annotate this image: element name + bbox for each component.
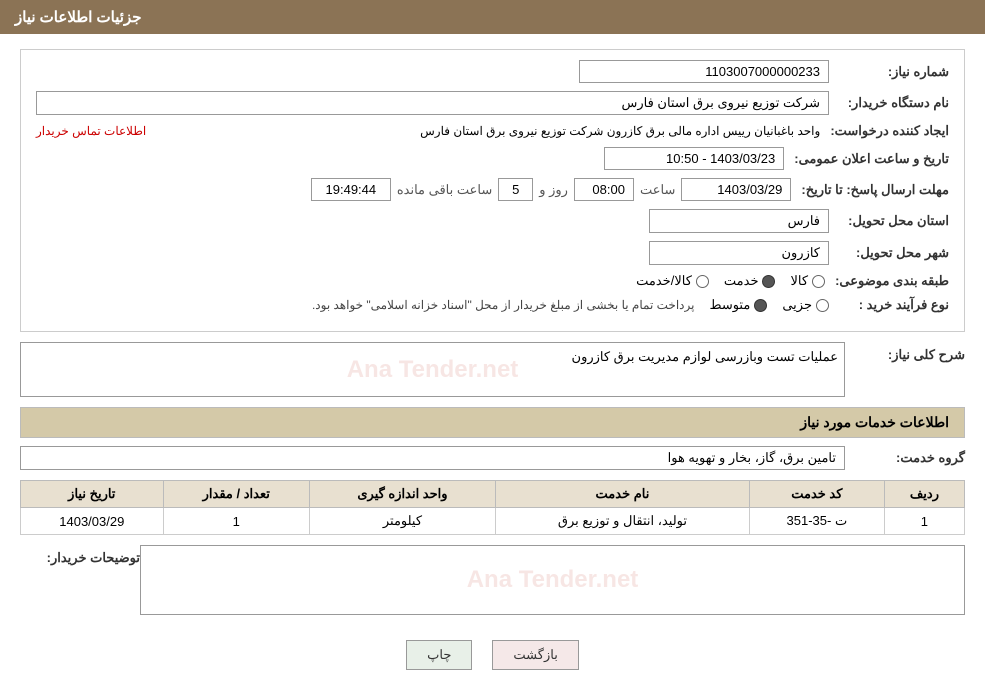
need-number-row: شماره نیاز: 1103007000000233 <box>36 60 949 83</box>
deadline-remaining-time: 19:49:44 <box>311 178 391 201</box>
buyer-notes-container: Ana Tender.net <box>140 545 965 615</box>
process-radio-group: جزیی متوسط <box>709 297 829 313</box>
deadline-days-label: روز و <box>539 182 568 198</box>
col-service-name: نام خدمت <box>496 481 750 508</box>
cell-quantity: 1 <box>163 508 309 535</box>
need-number-value: 1103007000000233 <box>579 60 829 83</box>
main-content: شماره نیاز: 1103007000000233 نام دستگاه … <box>0 34 985 700</box>
col-date: تاریخ نیاز <box>21 481 164 508</box>
buyer-org-value: شرکت توزیع نیروی برق استان فارس <box>36 91 829 115</box>
description-container: Ana Tender.net عملیات تست وبازرسی لوازم … <box>20 342 845 397</box>
col-service-code: کد خدمت <box>749 481 884 508</box>
deadline-days: 5 <box>498 178 533 201</box>
watermark: Ana Tender.net <box>347 356 519 384</box>
buyer-notes-row: Ana Tender.net توضیحات خریدار: <box>20 545 965 615</box>
city-row: شهر محل تحویل: کازرون <box>36 241 949 265</box>
form-section-top: شماره نیاز: 1103007000000233 نام دستگاه … <box>20 49 965 332</box>
cell-date: 1403/03/29 <box>21 508 164 535</box>
watermark-notes: Ana Tender.net <box>467 566 639 594</box>
deadline-row: مهلت ارسال پاسخ: تا تاریخ: 1403/03/29 سا… <box>36 178 949 201</box>
process-motavaset-label: متوسط <box>709 297 750 313</box>
services-table: ردیف کد خدمت نام خدمت واحد اندازه گیری ت… <box>20 480 965 535</box>
cell-service_code: ت -35-351 <box>749 508 884 535</box>
category-kala-label: کالا <box>790 273 808 289</box>
deadline-date: 1403/03/29 <box>681 178 791 201</box>
service-group-label: گروه خدمت: <box>845 450 965 466</box>
category-kala-radio <box>812 275 825 288</box>
print-button[interactable]: چاپ <box>406 640 472 670</box>
deadline-time-label: ساعت <box>640 182 675 198</box>
table-row: 1ت -35-351تولید، انتقال و توزیع برقکیلوم… <box>21 508 965 535</box>
description-value: عملیات تست وبازرسی لوازم مدیریت برق کازر… <box>572 349 838 364</box>
creator-value: واحد باغبانیان رییس اداره مالی برق کازرو… <box>146 124 820 138</box>
deadline-label: مهلت ارسال پاسخ: تا تاریخ: <box>791 182 949 198</box>
col-unit: واحد اندازه گیری <box>309 481 495 508</box>
need-number-label: شماره نیاز: <box>829 64 949 80</box>
city-label: شهر محل تحویل: <box>829 245 949 261</box>
category-kala-khadamat-label: کالا/خدمت <box>636 273 692 289</box>
buyer-org-label: نام دستگاه خریدار: <box>829 95 949 111</box>
category-kala-khadamat-radio <box>696 275 709 288</box>
col-quantity: تعداد / مقدار <box>163 481 309 508</box>
process-label: نوع فرآیند خرید : <box>829 297 949 313</box>
description-row: شرح کلی نیاز: Ana Tender.net عملیات تست … <box>20 342 965 397</box>
creator-row: ایجاد کننده درخواست: واحد باغبانیان رییس… <box>36 123 949 139</box>
deadline-time: 08:00 <box>574 178 634 201</box>
page-title: جزئیات اطلاعات نیاز <box>15 9 142 26</box>
category-radio-group: کالا خدمت کالا/خدمت <box>636 273 825 289</box>
category-label: طبقه بندی موضوعی: <box>825 273 949 289</box>
cell-row_num: 1 <box>884 508 964 535</box>
service-group-row: گروه خدمت: تامین برق، گاز، بخار و تهویه … <box>20 446 965 470</box>
category-khadamat-radio <box>762 275 775 288</box>
category-kala-khadamat-option[interactable]: کالا/خدمت <box>636 273 709 289</box>
buyer-notes-label: توضیحات خریدار: <box>20 545 140 566</box>
process-info: پرداخت تمام یا بخشی از مبلغ خریدار از مح… <box>312 298 695 312</box>
process-motavaset-option[interactable]: متوسط <box>709 297 767 313</box>
services-section-title: اطلاعات خدمات مورد نیاز <box>20 407 965 438</box>
category-kala-option[interactable]: کالا <box>790 273 825 289</box>
creator-label: ایجاد کننده درخواست: <box>820 123 949 139</box>
process-row: نوع فرآیند خرید : جزیی متوسط پرداخت تمام… <box>36 297 949 313</box>
process-motavaset-radio <box>754 299 767 312</box>
service-group-value: تامین برق، گاز، بخار و تهویه هوا <box>20 446 845 470</box>
announce-date-label: تاریخ و ساعت اعلان عمومی: <box>784 151 949 167</box>
page-header: جزئیات اطلاعات نیاز <box>0 0 985 34</box>
province-value: فارس <box>649 209 829 233</box>
province-label: استان محل تحویل: <box>829 213 949 229</box>
cell-unit: کیلومتر <box>309 508 495 535</box>
announce-date-row: تاریخ و ساعت اعلان عمومی: 1403/03/23 - 1… <box>36 147 949 170</box>
footer-buttons: بازگشت چاپ <box>20 625 965 685</box>
cell-service_name: تولید، انتقال و توزیع برق <box>496 508 750 535</box>
process-jozi-radio <box>816 299 829 312</box>
page-wrapper: جزئیات اطلاعات نیاز شماره نیاز: 11030070… <box>0 0 985 700</box>
process-jozi-option[interactable]: جزیی <box>782 297 829 313</box>
category-khadamat-label: خدمت <box>724 273 759 289</box>
city-value: کازرون <box>649 241 829 265</box>
description-wrapper: Ana Tender.net عملیات تست وبازرسی لوازم … <box>20 342 845 397</box>
description-label: شرح کلی نیاز: <box>845 342 965 363</box>
process-jozi-label: جزیی <box>782 297 812 313</box>
deadline-remaining-label: ساعت باقی مانده <box>397 182 492 198</box>
category-khadamat-option[interactable]: خدمت <box>724 273 776 289</box>
announce-date-value: 1403/03/23 - 10:50 <box>604 147 784 170</box>
province-row: استان محل تحویل: فارس <box>36 209 949 233</box>
table-header-row: ردیف کد خدمت نام خدمت واحد اندازه گیری ت… <box>21 481 965 508</box>
contact-link[interactable]: اطلاعات تماس خریدار <box>36 124 146 138</box>
category-row: طبقه بندی موضوعی: کالا خدمت کالا/خدمت <box>36 273 949 289</box>
col-row-num: ردیف <box>884 481 964 508</box>
back-button[interactable]: بازگشت <box>492 640 578 670</box>
buyer-org-row: نام دستگاه خریدار: شرکت توزیع نیروی برق … <box>36 91 949 115</box>
